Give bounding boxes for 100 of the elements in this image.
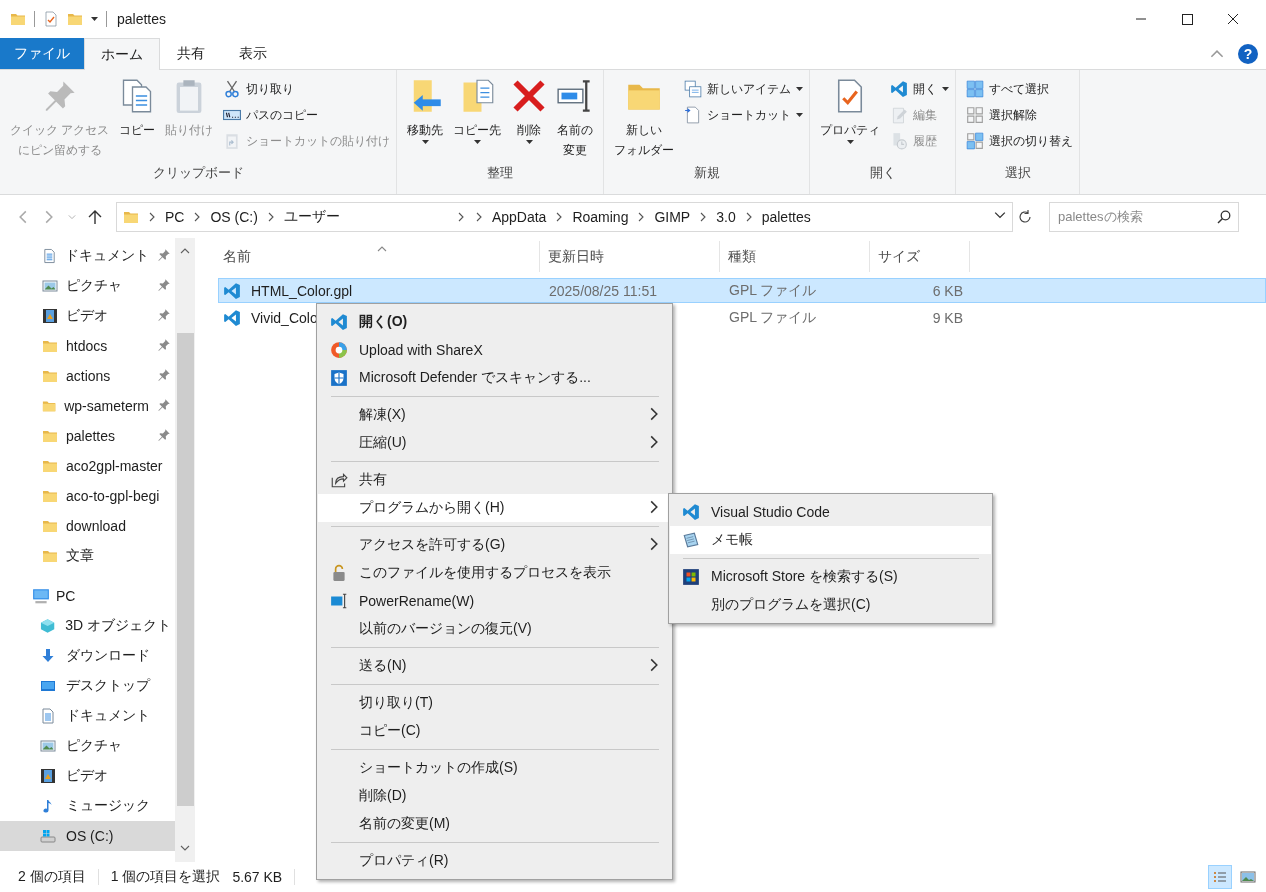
- menu-item[interactable]: Microsoft Defender でスキャンする...: [318, 364, 671, 392]
- group-label: 開く: [868, 164, 897, 182]
- breadcrumb[interactable]: GIMP: [654, 208, 691, 225]
- menu-item[interactable]: Upload with ShareX: [318, 336, 671, 364]
- nav-item[interactable]: aco-to-gpl-begi: [0, 481, 175, 511]
- menu-item[interactable]: 以前のバージョンの復元(V): [318, 615, 671, 643]
- dropdown-caret-icon[interactable]: [994, 209, 1006, 221]
- menu-item[interactable]: コピー(C): [318, 717, 671, 745]
- menu-item[interactable]: 共有: [318, 466, 671, 494]
- ribbon-button[interactable]: コピー先: [449, 76, 506, 164]
- breadcrumb[interactable]: PC: [165, 208, 185, 225]
- folder-icon: [42, 518, 58, 534]
- ribbon-button[interactable]: 移動先: [403, 76, 448, 164]
- column-header[interactable]: 種類: [720, 241, 870, 272]
- menu-item[interactable]: メモ帳: [670, 526, 991, 554]
- menu-item[interactable]: 名前の変更(M): [318, 810, 671, 838]
- nav-item[interactable]: ピクチャ: [0, 731, 175, 761]
- ribbon-button[interactable]: 名前の 変更: [553, 76, 598, 164]
- breadcrumb[interactable]: ユーザー: [283, 207, 340, 226]
- nav-item[interactable]: デスクトップ: [0, 671, 175, 701]
- breadcrumb[interactable]: OS (C:): [210, 208, 258, 225]
- dropdown-caret-icon: [91, 17, 98, 21]
- nav-item[interactable]: download: [0, 511, 175, 541]
- large-icons-view-icon[interactable]: [1240, 869, 1256, 885]
- pin-icon: [157, 427, 171, 442]
- nav-item[interactable]: PC: [0, 581, 175, 611]
- group-label: 選択: [1003, 164, 1032, 182]
- up-arrow-icon[interactable]: [88, 208, 102, 225]
- pin-icon: [157, 337, 171, 352]
- menu-item[interactable]: 開く(O): [318, 308, 671, 336]
- scrollbar-thumb[interactable]: [176, 333, 194, 806]
- ribbon-button[interactable]: 新しいアイテム: [684, 76, 804, 102]
- menu-item[interactable]: ショートカットの作成(S): [318, 754, 671, 782]
- nav-item[interactable]: palettes: [0, 421, 175, 451]
- ribbon-tab[interactable]: 共有: [160, 38, 222, 69]
- nav-item[interactable]: ドキュメント: [0, 241, 175, 271]
- nav-item[interactable]: aco2gpl-master: [0, 451, 175, 481]
- nav-item[interactable]: ダウンロード: [0, 641, 175, 671]
- grid-icon: [966, 80, 985, 98]
- ribbon-button[interactable]: 選択の切り替え: [966, 128, 1074, 154]
- nav-item[interactable]: htdocs: [0, 331, 175, 361]
- menu-item[interactable]: Microsoft Store を検索する(S): [670, 563, 991, 591]
- ribbon-button[interactable]: プロパティ: [816, 76, 885, 164]
- swirl-icon: [330, 341, 348, 359]
- ribbon-button[interactable]: 選択解除: [966, 102, 1074, 128]
- ribbon-tab[interactable]: ファイル: [0, 38, 84, 69]
- menu-item[interactable]: このファイルを使用するプロセスを表示: [318, 559, 671, 587]
- nav-item[interactable]: 3D オブジェクト: [0, 611, 175, 641]
- checkmark-document-icon[interactable]: [43, 11, 59, 27]
- menu-item[interactable]: 圧縮(U): [318, 429, 671, 457]
- search-field[interactable]: palettesの検索: [1049, 201, 1239, 232]
- ribbon-button[interactable]: ショートカット: [684, 102, 804, 128]
- picture-icon: [40, 738, 56, 754]
- column-header[interactable]: サイズ: [870, 241, 970, 272]
- breadcrumb[interactable]: Roaming: [572, 208, 629, 225]
- menu-item[interactable]: 別のプログラムを選択(C): [670, 591, 991, 619]
- ribbon-tab[interactable]: ホーム: [84, 38, 160, 70]
- nav-item[interactable]: wp-sameterm: [0, 391, 175, 421]
- breadcrumb[interactable]: palettes: [761, 208, 811, 225]
- nav-item[interactable]: 文章: [0, 541, 175, 571]
- chevron-icon[interactable]: [147, 211, 157, 222]
- menu-item[interactable]: 送る(N): [318, 652, 671, 680]
- nav-item[interactable]: ドキュメント: [0, 701, 175, 731]
- selected-row[interactable]: HTML_Color.gpl 2025/08/25 11:51 GPL ファイル 6 KB: [218, 278, 1266, 303]
- file-size: 6 KB: [932, 282, 963, 299]
- scroll-up-icon[interactable]: [180, 246, 190, 256]
- breadcrumb[interactable]: AppData: [491, 208, 547, 225]
- ribbon-button[interactable]: 切り取り: [223, 76, 391, 102]
- ribbon-button[interactable]: 削除: [507, 76, 552, 164]
- scissors-icon: [223, 80, 242, 98]
- nav-item[interactable]: ビデオ: [0, 761, 175, 791]
- folder-icon: [42, 548, 58, 564]
- menu-item[interactable]: アクセスを許可する(G): [318, 531, 671, 559]
- nav-item[interactable]: ピクチャ: [0, 271, 175, 301]
- help-button[interactable]: ?: [1238, 43, 1258, 64]
- menu-item[interactable]: プロパティ(R): [318, 847, 671, 875]
- menu-item[interactable]: 切り取り(T): [318, 689, 671, 717]
- menu-item[interactable]: Visual Studio Code: [670, 498, 991, 526]
- column-header[interactable]: 更新日時: [540, 241, 720, 272]
- column-header[interactable]: 名前: [215, 241, 540, 272]
- ribbon-button[interactable]: パスのコピー: [223, 102, 391, 128]
- breadcrumb[interactable]: 3.0: [716, 208, 736, 225]
- ribbon-tab[interactable]: 表示: [222, 38, 284, 69]
- code-editor-icon: [330, 313, 348, 331]
- scroll-down-icon[interactable]: [180, 843, 190, 853]
- nav-item[interactable]: ビデオ: [0, 301, 175, 331]
- nav-item[interactable]: actions: [0, 361, 175, 391]
- sort-caret-icon: [377, 244, 387, 254]
- ribbon-button[interactable]: すべて選択: [966, 76, 1074, 102]
- menu-item[interactable]: PowerRename(W): [318, 587, 671, 615]
- refresh-icon[interactable]: [1017, 208, 1033, 225]
- menu-item[interactable]: 解凍(X): [318, 401, 671, 429]
- ribbon-button[interactable]: 新しい フォルダー: [610, 76, 679, 164]
- ribbon-button[interactable]: 開く: [890, 76, 950, 102]
- nav-item[interactable]: ミュージック: [0, 791, 175, 821]
- folder-icon: [42, 488, 58, 504]
- menu-item[interactable]: 削除(D): [318, 782, 671, 810]
- ribbon-button[interactable]: コピー: [115, 76, 160, 164]
- nav-item[interactable]: OS (C:): [0, 821, 175, 851]
- menu-item[interactable]: プログラムから開く(H): [318, 494, 671, 522]
